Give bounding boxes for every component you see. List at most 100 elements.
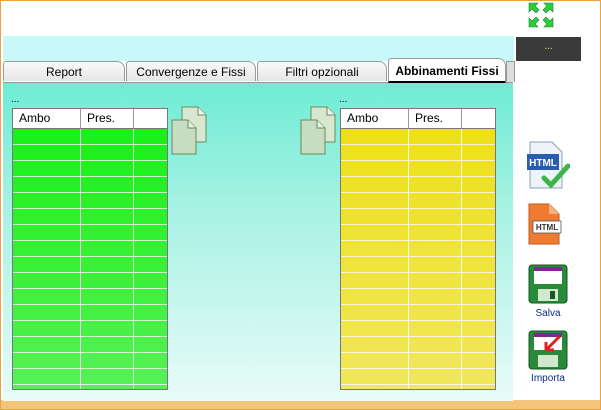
table-row[interactable] [13,177,167,193]
tab-filtri-opzionali[interactable]: Filtri opzionali [257,61,387,81]
table-row[interactable] [341,129,495,145]
table-cell[interactable] [13,289,81,304]
save-icon[interactable] [528,264,568,304]
right-table[interactable]: Ambo Pres. [340,108,496,390]
table-cell[interactable] [134,177,167,192]
table-cell[interactable] [462,305,495,320]
table-row[interactable] [13,321,167,337]
table-cell[interactable] [13,177,81,192]
table-cell[interactable] [341,161,409,176]
table-row[interactable] [13,225,167,241]
table-cell[interactable] [81,177,134,192]
table-cell[interactable] [81,385,134,389]
table-cell[interactable] [81,241,134,256]
table-cell[interactable] [341,369,409,384]
table-row[interactable] [13,241,167,257]
table-cell[interactable] [13,145,81,160]
table-row[interactable] [13,337,167,353]
table-cell[interactable] [341,225,409,240]
table-cell[interactable] [341,353,409,368]
table-cell[interactable] [341,129,409,144]
table-cell[interactable] [462,193,495,208]
table-cell[interactable] [409,321,462,336]
table-row[interactable] [341,369,495,385]
table-row[interactable] [13,161,167,177]
table-row[interactable] [341,321,495,337]
table-cell[interactable] [409,129,462,144]
html-file-icon[interactable]: HTML [527,203,563,245]
tab-abbinamenti-fissi[interactable]: Abbinamenti Fissi [388,58,506,83]
table-cell[interactable] [409,241,462,256]
table-cell[interactable] [462,161,495,176]
table-cell[interactable] [409,145,462,160]
table-cell[interactable] [341,193,409,208]
table-cell[interactable] [134,161,167,176]
left-table-body[interactable] [13,129,167,389]
table-row[interactable] [341,257,495,273]
table-cell[interactable] [462,337,495,352]
table-cell[interactable] [462,177,495,192]
html-check-icon[interactable]: HTML [526,140,570,190]
table-row[interactable] [341,385,495,389]
table-cell[interactable] [341,209,409,224]
table-cell[interactable] [81,369,134,384]
table-cell[interactable] [13,337,81,352]
table-row[interactable] [341,337,495,353]
table-cell[interactable] [13,257,81,272]
left-col-pres[interactable]: Pres. [81,109,134,128]
table-row[interactable] [341,305,495,321]
tab-report[interactable]: Report [3,61,125,81]
table-cell[interactable] [134,385,167,389]
table-cell[interactable] [13,369,81,384]
table-cell[interactable] [134,321,167,336]
table-cell[interactable] [409,273,462,288]
right-table-body[interactable] [341,129,495,389]
table-cell[interactable] [409,161,462,176]
table-cell[interactable] [341,257,409,272]
table-cell[interactable] [341,321,409,336]
table-row[interactable] [341,145,495,161]
table-row[interactable] [341,177,495,193]
table-cell[interactable] [81,257,134,272]
table-cell[interactable] [409,337,462,352]
table-row[interactable] [341,241,495,257]
table-cell[interactable] [81,225,134,240]
table-row[interactable] [13,369,167,385]
table-cell[interactable] [13,273,81,288]
table-cell[interactable] [134,129,167,144]
table-cell[interactable] [134,209,167,224]
table-cell[interactable] [341,289,409,304]
table-cell[interactable] [341,145,409,160]
table-cell[interactable] [134,305,167,320]
table-row[interactable] [13,353,167,369]
table-cell[interactable] [134,257,167,272]
table-cell[interactable] [81,145,134,160]
table-cell[interactable] [134,337,167,352]
table-cell[interactable] [462,225,495,240]
table-cell[interactable] [341,337,409,352]
table-cell[interactable] [341,177,409,192]
table-cell[interactable] [341,305,409,320]
left-col-extra[interactable] [134,109,167,128]
table-cell[interactable] [462,289,495,304]
table-cell[interactable] [409,385,462,389]
table-cell[interactable] [462,257,495,272]
table-cell[interactable] [409,257,462,272]
table-cell[interactable] [13,305,81,320]
table-cell[interactable] [13,193,81,208]
table-row[interactable] [13,289,167,305]
table-row[interactable] [13,305,167,321]
table-cell[interactable] [134,353,167,368]
left-col-ambo[interactable]: Ambo [13,109,81,128]
table-cell[interactable] [341,385,409,389]
table-cell[interactable] [341,273,409,288]
table-cell[interactable] [13,209,81,224]
table-cell[interactable] [134,241,167,256]
table-cell[interactable] [462,241,495,256]
copy-icon[interactable] [170,106,208,156]
table-cell[interactable] [13,129,81,144]
table-cell[interactable] [409,289,462,304]
table-row[interactable] [13,193,167,209]
table-cell[interactable] [409,353,462,368]
table-row[interactable] [341,289,495,305]
